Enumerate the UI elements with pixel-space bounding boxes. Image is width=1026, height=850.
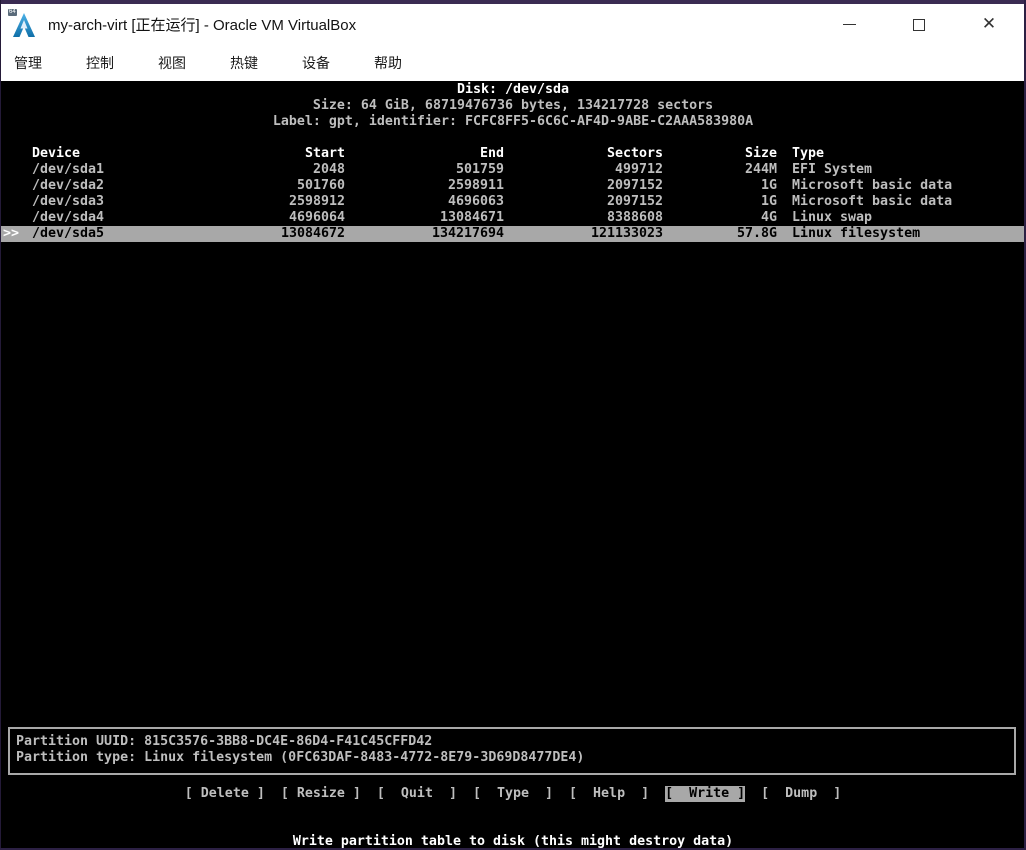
- cell-type: Microsoft basic data: [777, 178, 1026, 194]
- partition-row-sda1[interactable]: /dev/sda1 2048 501759 499712 244M EFI Sy…: [0, 162, 1026, 178]
- maximize-icon: [913, 19, 925, 31]
- quit-button[interactable]: [ Quit ]: [377, 786, 457, 802]
- window-border-left: [0, 0, 1, 850]
- partition-row-sda3[interactable]: /dev/sda3 2598912 4696063 2097152 1G Mic…: [0, 194, 1026, 210]
- cell-type: Linux swap: [777, 210, 1026, 226]
- cell-sectors: 499712: [504, 162, 663, 178]
- col-header-sectors: Sectors: [504, 146, 663, 162]
- col-header-size: Size: [663, 146, 777, 162]
- menu-control[interactable]: 控制: [86, 53, 114, 73]
- help-button[interactable]: [ Help ]: [569, 786, 649, 802]
- row-pointer: [0, 178, 32, 194]
- cell-sectors: 2097152: [504, 194, 663, 210]
- menubar: 管理 控制 视图 热键 设备 帮助: [1, 45, 1024, 81]
- partition-type-line: Partition type: Linux filesystem (0FC63D…: [16, 750, 1014, 766]
- disk-label-line: Label: gpt, identifier: FCFC8FF5-6C6C-AF…: [0, 114, 1026, 130]
- menu-machine[interactable]: 管理: [14, 53, 42, 73]
- vm-terminal-screen[interactable]: Disk: /dev/sda Size: 64 GiB, 68719476736…: [0, 81, 1026, 848]
- cell-end: 13084671: [345, 210, 504, 226]
- selection-pointer: >>: [0, 226, 32, 242]
- cell-sectors: 2097152: [504, 178, 663, 194]
- dump-button[interactable]: [ Dump ]: [761, 786, 841, 802]
- cell-end: 2598911: [345, 178, 504, 194]
- col-header-end: End: [345, 146, 504, 162]
- window-title: my-arch-virt [正在运行] - Oracle VM VirtualB…: [48, 14, 356, 35]
- cell-start: 2048: [232, 162, 345, 178]
- col-header-type: Type: [777, 146, 1026, 162]
- row-pointer: [0, 210, 32, 226]
- cell-device: /dev/sda1: [32, 162, 232, 178]
- menu-input[interactable]: 热键: [230, 53, 258, 73]
- cell-start: 501760: [232, 178, 345, 194]
- partition-info-box: Partition UUID: 815C3576-3BB8-DC4E-86D4-…: [8, 727, 1016, 775]
- cell-sectors: 8388608: [504, 210, 663, 226]
- virtualbox-window: 64 my-arch-virt [正在运行] - Oracle VM Virtu…: [0, 0, 1026, 850]
- menu-devices[interactable]: 设备: [302, 53, 330, 73]
- cell-size: 1G: [663, 178, 777, 194]
- partition-row-sda5-selected[interactable]: >> /dev/sda5 13084672 134217694 12113302…: [0, 226, 1026, 242]
- col-header-device: Device: [32, 146, 232, 162]
- cell-start: 4696064: [232, 210, 345, 226]
- 64bit-badge: 64: [8, 9, 17, 16]
- delete-button[interactable]: [ Delete ]: [185, 786, 265, 802]
- col-header-start: Start: [232, 146, 345, 162]
- cell-device: /dev/sda4: [32, 210, 232, 226]
- cell-device: /dev/sda2: [32, 178, 232, 194]
- row-pointer: [0, 194, 32, 210]
- cell-end: 501759: [345, 162, 504, 178]
- cell-sectors: 121133023: [504, 226, 663, 242]
- write-button[interactable]: [ Write ]: [665, 786, 745, 802]
- disk-header-line: Disk: /dev/sda: [0, 82, 1026, 98]
- minimize-button[interactable]: [814, 4, 884, 45]
- partition-row-sda2[interactable]: /dev/sda2 501760 2598911 2097152 1G Micr…: [0, 178, 1026, 194]
- type-button[interactable]: [ Type ]: [473, 786, 553, 802]
- partition-uuid-line: Partition UUID: 815C3576-3BB8-DC4E-86D4-…: [16, 734, 1014, 750]
- titlebar[interactable]: 64 my-arch-virt [正在运行] - Oracle VM Virtu…: [1, 4, 1024, 45]
- cell-start: 2598912: [232, 194, 345, 210]
- cell-type: EFI System: [777, 162, 1026, 178]
- cell-end: 134217694: [345, 226, 504, 242]
- cell-device: /dev/sda5: [32, 226, 232, 242]
- cell-type: Microsoft basic data: [777, 194, 1026, 210]
- close-icon: ✕: [982, 16, 996, 33]
- minimize-icon: [843, 24, 856, 25]
- cell-size: 4G: [663, 210, 777, 226]
- header-pointer-spacer: [0, 146, 32, 162]
- window-controls: ✕: [814, 4, 1024, 45]
- row-pointer: [0, 162, 32, 178]
- partition-table-header: Device Start End Sectors Size Type: [0, 146, 1026, 162]
- cell-size: 244M: [663, 162, 777, 178]
- maximize-button[interactable]: [884, 4, 954, 45]
- cell-device: /dev/sda3: [32, 194, 232, 210]
- cell-size: 57.8G: [663, 226, 777, 242]
- cell-type: Linux filesystem: [777, 226, 1026, 242]
- cell-end: 4696063: [345, 194, 504, 210]
- close-button[interactable]: ✕: [954, 4, 1024, 45]
- cell-start: 13084672: [232, 226, 345, 242]
- arch-linux-icon: 64: [10, 11, 38, 39]
- cell-size: 1G: [663, 194, 777, 210]
- cfdisk-action-menu: [ Delete ] [ Resize ] [ Quit ] [ Type ] …: [0, 786, 1026, 802]
- disk-size-line: Size: 64 GiB, 68719476736 bytes, 1342177…: [0, 98, 1026, 114]
- menu-help[interactable]: 帮助: [374, 53, 402, 73]
- resize-button[interactable]: [ Resize ]: [281, 786, 361, 802]
- menu-view[interactable]: 视图: [158, 53, 186, 73]
- partition-row-sda4[interactable]: /dev/sda4 4696064 13084671 8388608 4G Li…: [0, 210, 1026, 226]
